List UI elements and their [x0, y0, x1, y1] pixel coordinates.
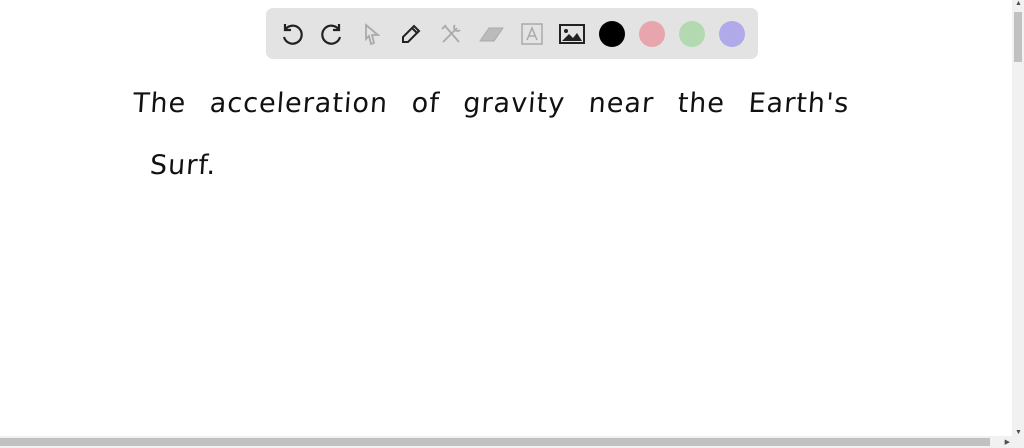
select-icon[interactable]: [358, 20, 386, 48]
vertical-scrollbar[interactable]: ▲ ▼: [1012, 0, 1024, 436]
color-green[interactable]: [679, 21, 705, 47]
handwritten-line-1: The acceleration of gravity near the Ear…: [131, 88, 851, 119]
horizontal-scroll-thumb[interactable]: [0, 438, 990, 446]
scroll-down-icon[interactable]: ▼: [1015, 429, 1022, 436]
drawing-toolbar: [266, 8, 758, 59]
redo-icon[interactable]: [318, 20, 346, 48]
tools-icon[interactable]: [437, 20, 465, 48]
color-pink[interactable]: [639, 21, 665, 47]
color-black[interactable]: [599, 21, 625, 47]
handwritten-line-2: Surf.: [148, 150, 218, 181]
text-icon[interactable]: [518, 20, 546, 48]
eraser-icon[interactable]: [477, 20, 505, 48]
horizontal-scrollbar[interactable]: ▶: [0, 436, 1024, 448]
image-icon[interactable]: [558, 20, 586, 48]
vertical-scroll-thumb[interactable]: [1014, 12, 1022, 62]
scroll-right-icon[interactable]: ▶: [1005, 438, 1010, 446]
undo-icon[interactable]: [278, 20, 306, 48]
scroll-up-icon[interactable]: ▲: [1015, 0, 1022, 7]
color-purple[interactable]: [719, 21, 745, 47]
pen-icon[interactable]: [397, 20, 425, 48]
